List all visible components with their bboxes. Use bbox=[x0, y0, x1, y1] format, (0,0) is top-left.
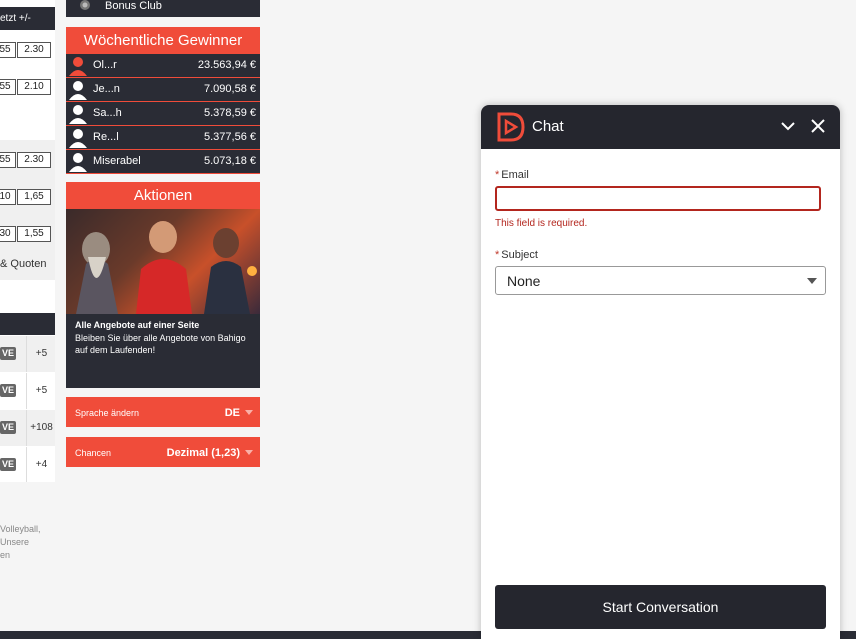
winner-row: Miserabel 5.073,18 € bbox=[66, 150, 260, 174]
live-badge: VE bbox=[0, 421, 16, 434]
promotions-banner-image[interactable] bbox=[66, 209, 260, 314]
promotions-title: Aktionen bbox=[66, 182, 260, 209]
live-section-header bbox=[0, 313, 55, 335]
promo-heading: Alle Angebote auf einer Seite bbox=[75, 320, 200, 330]
odd-cell[interactable]: 55 bbox=[0, 152, 16, 168]
spacer-row bbox=[0, 286, 55, 312]
odds-format-value: Dezimal (1,23) bbox=[166, 447, 240, 459]
quoten-link[interactable]: & Quoten bbox=[0, 258, 46, 270]
email-label: * Email bbox=[495, 169, 529, 181]
live-badge: VE bbox=[0, 347, 16, 360]
user-avatar-icon bbox=[69, 129, 87, 148]
footer-text-line: Volleyball, bbox=[0, 524, 41, 534]
odd-cell[interactable]: 2.30 bbox=[17, 152, 51, 168]
winner-amount: 23.563,94 € bbox=[197, 59, 256, 71]
odd-cell[interactable]: 30 bbox=[0, 226, 16, 242]
winner-amount: 5.378,59 € bbox=[204, 107, 256, 119]
subject-select[interactable]: None bbox=[495, 266, 826, 295]
email-field[interactable] bbox=[495, 186, 821, 211]
odds-format-selector[interactable]: Chancen Dezimal (1,23) bbox=[66, 437, 260, 467]
bonus-club-label: Bonus Club bbox=[105, 0, 162, 12]
more-markets-count[interactable]: +5 bbox=[26, 336, 55, 372]
winner-row: Re...l 5.377,56 € bbox=[66, 126, 260, 150]
odd-cell[interactable]: 1,55 bbox=[17, 226, 51, 242]
winner-amount: 7.090,58 € bbox=[204, 83, 256, 95]
odd-cell[interactable]: 2.30 bbox=[17, 42, 51, 58]
language-label: Sprache ändern bbox=[75, 408, 140, 418]
odd-cell[interactable]: 1,65 bbox=[17, 189, 51, 205]
odds-header-label: etzt +/- bbox=[0, 13, 31, 24]
language-value: DE bbox=[224, 407, 240, 419]
live-badge: VE bbox=[0, 458, 16, 471]
winner-name: Je...n bbox=[93, 83, 120, 95]
chevron-down-icon bbox=[245, 410, 253, 415]
winner-name: Re...l bbox=[93, 131, 119, 143]
footer-text-line: Unsere bbox=[0, 537, 30, 547]
winner-name: Miserabel bbox=[93, 155, 141, 167]
weekly-winners-title: Wöchentliche Gewinner bbox=[66, 27, 260, 54]
minimize-chevron-icon[interactable] bbox=[780, 119, 796, 133]
email-error-message: This field is required. bbox=[495, 218, 588, 229]
odd-cell[interactable]: 10 bbox=[0, 189, 16, 205]
winner-amount: 5.073,18 € bbox=[204, 155, 256, 167]
odds-format-label: Chancen bbox=[75, 448, 112, 458]
promotions-description: Alle Angebote auf einer Seite Bleiben Si… bbox=[66, 314, 260, 388]
chevron-down-icon bbox=[245, 450, 253, 455]
chat-title: Chat bbox=[532, 118, 564, 135]
footer-text-line: en bbox=[0, 550, 11, 560]
language-selector[interactable]: Sprache ändern DE bbox=[66, 397, 260, 427]
winner-row: Je...n 7.090,58 € bbox=[66, 78, 260, 102]
winner-name: Sa...h bbox=[93, 107, 122, 119]
subject-label-text: Subject bbox=[501, 249, 538, 261]
more-markets-count[interactable]: +108 bbox=[26, 410, 55, 446]
subject-value: None bbox=[507, 273, 541, 289]
more-markets-count[interactable]: +4 bbox=[26, 447, 55, 482]
dropdown-arrow-icon bbox=[807, 278, 817, 284]
winner-amount: 5.377,56 € bbox=[204, 131, 256, 143]
more-markets-count[interactable]: +5 bbox=[26, 373, 55, 409]
winner-row: Ol...r 23.563,94 € bbox=[66, 54, 260, 78]
required-asterisk: * bbox=[495, 169, 500, 181]
winner-row: Sa...h 5.378,59 € bbox=[66, 102, 260, 126]
odd-cell[interactable]: 55 bbox=[0, 79, 16, 95]
chat-logo-icon bbox=[497, 112, 525, 142]
promo-body: Bleiben Sie über alle Angebote von Bahig… bbox=[75, 333, 246, 355]
live-badge: VE bbox=[0, 384, 16, 397]
user-avatar-icon bbox=[69, 81, 87, 100]
bonus-club-icon bbox=[78, 0, 92, 12]
email-label-text: Email bbox=[501, 169, 529, 181]
winner-name: Ol...r bbox=[93, 59, 117, 71]
subject-label: * Subject bbox=[495, 249, 538, 261]
chat-header: Chat bbox=[481, 105, 840, 149]
bonus-club-link[interactable]: Bonus Club bbox=[66, 0, 260, 17]
odds-column-header: etzt +/- bbox=[0, 7, 55, 30]
user-avatar-icon bbox=[69, 105, 87, 124]
spacer-row bbox=[0, 102, 55, 138]
odd-cell[interactable]: 55 bbox=[0, 42, 16, 58]
close-icon[interactable] bbox=[810, 118, 826, 134]
user-avatar-icon bbox=[69, 57, 87, 76]
promo-illustration bbox=[76, 221, 257, 314]
chat-widget: Chat * Email This field is required. * Sub… bbox=[481, 105, 840, 639]
start-conversation-button[interactable]: Start Conversation bbox=[495, 585, 826, 629]
required-asterisk: * bbox=[495, 249, 500, 261]
odds-column: etzt +/- 55 2.30 55 2.10 55 2.30 10 1,65… bbox=[0, 0, 55, 482]
odd-cell[interactable]: 2.10 bbox=[17, 79, 51, 95]
user-avatar-icon bbox=[69, 153, 87, 172]
